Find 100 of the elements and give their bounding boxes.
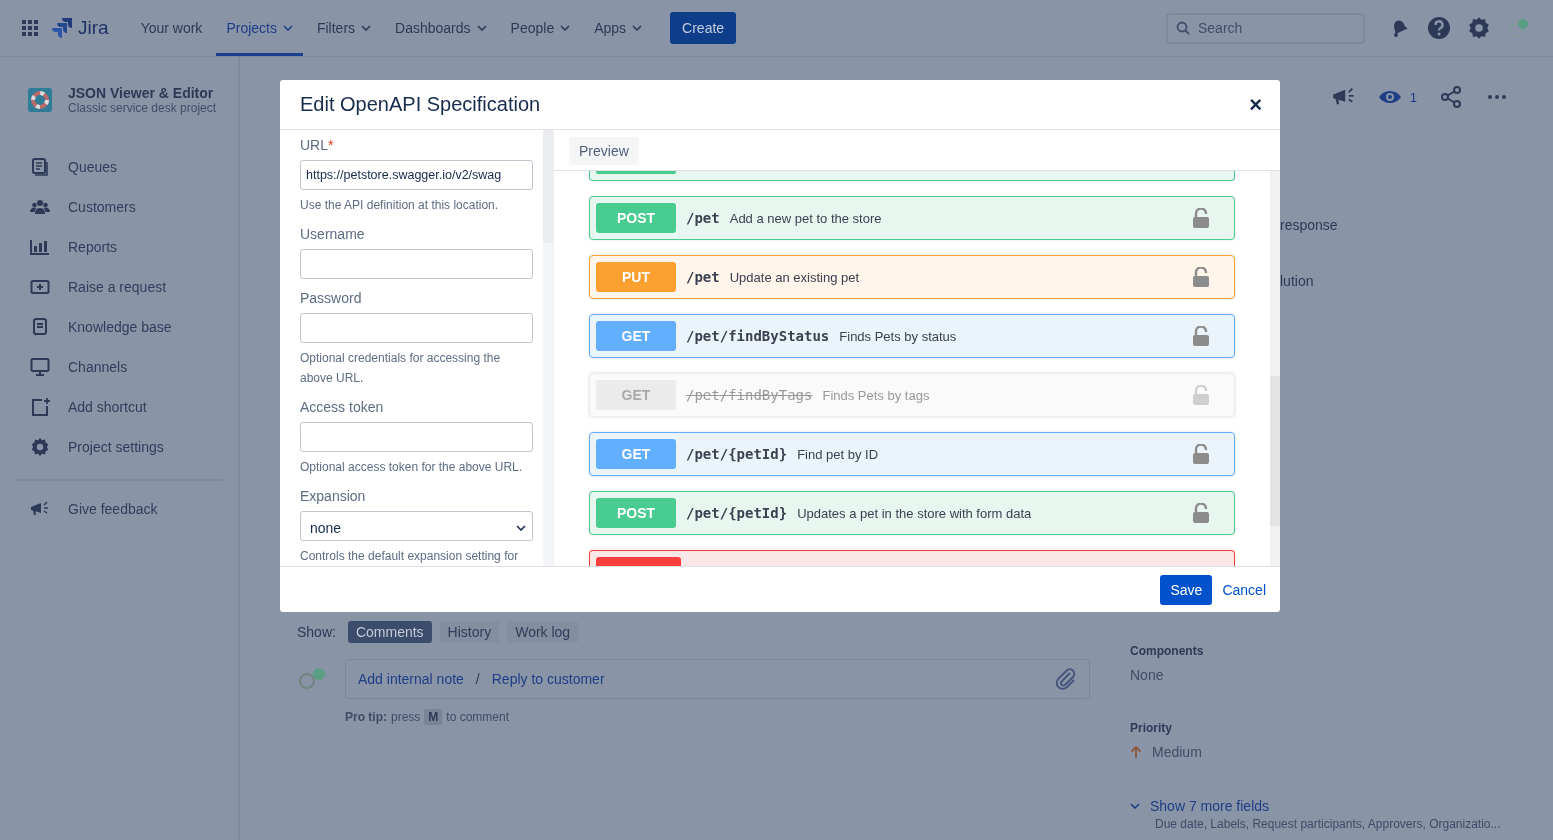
- app-switcher-icon[interactable]: [20, 18, 40, 38]
- lock-icon[interactable]: [1193, 267, 1209, 287]
- nav-item[interactable]: Your work: [130, 0, 213, 56]
- field-text: response: [1280, 216, 1338, 235]
- method-badge: GET: [596, 321, 676, 351]
- help-icon[interactable]: [1427, 16, 1451, 40]
- lock-icon[interactable]: [1193, 208, 1209, 228]
- sidebar-item[interactable]: Add shortcut: [28, 387, 222, 427]
- sidebar-icon: [30, 317, 50, 337]
- nav-item[interactable]: Projects: [216, 0, 303, 56]
- field-label: Username: [300, 225, 366, 244]
- sidebar-item[interactable]: Customers: [28, 187, 222, 227]
- paperclip-icon[interactable]: [1055, 668, 1077, 690]
- field-label: Access token: [300, 398, 385, 417]
- create-button[interactable]: Create: [670, 12, 737, 44]
- comment-box[interactable]: Add internal note / Reply to customer: [345, 659, 1090, 699]
- feedback-link[interactable]: Give feedback: [28, 489, 222, 529]
- operation-row[interactable]: [589, 550, 1235, 566]
- settings-icon[interactable]: [1467, 16, 1491, 40]
- project-type: Classic service desk project: [68, 101, 217, 115]
- endpoint-path: /pet/{petId}: [686, 505, 788, 521]
- method-badge: PUT: [596, 262, 676, 292]
- search-icon: [1176, 21, 1190, 35]
- sidebar-item[interactable]: Raise a request: [28, 267, 222, 307]
- operation-row[interactable]: GET /pet/findByStatus Finds Pets by status: [589, 314, 1235, 358]
- endpoint-path: /pet/findByStatus: [686, 328, 830, 344]
- sidebar-item[interactable]: Reports: [28, 227, 222, 267]
- password-field[interactable]: [300, 313, 533, 343]
- help-text: Controls the default expansion setting for: [300, 548, 520, 565]
- nav-item[interactable]: People: [500, 0, 581, 56]
- operation-summary: Update an existing pet: [729, 269, 861, 285]
- method-badge: GET: [596, 439, 676, 469]
- sidebar-icon: [30, 157, 50, 177]
- activity-tab[interactable]: Work log: [507, 621, 579, 643]
- sidebar-item[interactable]: Channels: [28, 347, 222, 387]
- sidebar-item[interactable]: Knowledge base: [28, 307, 222, 347]
- operation-row[interactable]: PUT /pet Update an existing pet: [589, 255, 1235, 299]
- search-field[interactable]: Search: [1166, 12, 1365, 44]
- dialog-title: Edit OpenAPI Specification: [300, 93, 541, 116]
- save-button[interactable]: Save: [1160, 574, 1213, 605]
- reply-link[interactable]: Reply to customer: [491, 671, 605, 687]
- field-label: URL*: [300, 136, 335, 155]
- chevron-down-icon: [1130, 803, 1140, 809]
- sidebar-item[interactable]: Queues: [28, 147, 222, 187]
- sidebar-icon: [30, 277, 50, 297]
- separator-text: /: [475, 671, 480, 687]
- lock-icon[interactable]: [1193, 326, 1209, 346]
- operation-summary: Add a new pet to the store: [729, 210, 883, 226]
- method-badge: POST: [596, 203, 676, 233]
- nav-item[interactable]: Dashboards: [385, 0, 497, 56]
- endpoint-path: /pet/{petId}: [686, 446, 788, 462]
- cancel-button[interactable]: Cancel: [1218, 581, 1270, 598]
- operation-row[interactable]: GET /pet/{petId} Find pet by ID: [589, 432, 1235, 476]
- sidebar-item[interactable]: Project settings: [28, 427, 222, 467]
- endpoint-path: /pet: [686, 210, 720, 226]
- chevron-down-icon: [516, 525, 526, 531]
- help-text: Optional access token for the above URL.: [300, 459, 524, 476]
- activity-tab[interactable]: History: [439, 621, 500, 643]
- jira-logo-icon[interactable]: [52, 17, 74, 39]
- expansion-select[interactable]: none: [300, 511, 533, 541]
- operation-summary: Updates a pet in the store with form data: [797, 505, 1033, 521]
- help-text: Use the API definition at this location.: [300, 197, 500, 214]
- arrow-up-icon: [1130, 745, 1142, 759]
- show-more-link[interactable]: Show 7 more fields: [1130, 798, 1553, 814]
- share-icon[interactable]: [1439, 85, 1463, 109]
- endpoint-path: /pet: [686, 269, 720, 285]
- url-field[interactable]: https://petstore.swagger.io/v2/swag: [300, 160, 533, 190]
- close-button[interactable]: ×: [1245, 91, 1266, 118]
- project-lifebuoy-icon[interactable]: [28, 88, 52, 112]
- scrollbar[interactable]: [543, 130, 553, 566]
- watch-button[interactable]: 1: [1377, 85, 1417, 109]
- sidebar-icon: [30, 237, 50, 257]
- operation-summary: Find pet by ID: [797, 446, 880, 462]
- scrollbar[interactable]: [1270, 171, 1280, 566]
- activity-tab[interactable]: Comments: [347, 621, 432, 643]
- field-text: lution: [1280, 272, 1314, 291]
- field-value: Medium: [1152, 744, 1202, 760]
- nav-item[interactable]: Apps: [584, 0, 653, 56]
- input-field[interactable]: [300, 249, 533, 279]
- method-badge: GET: [596, 380, 676, 410]
- pro-tip-text: Pro tip: press M to comment: [345, 709, 511, 725]
- sidebar-icon: [30, 197, 50, 217]
- field-label: Priority: [1130, 721, 1173, 735]
- project-name[interactable]: JSON Viewer & Editor: [68, 85, 217, 101]
- operation-row[interactable]: POST /pet/{petId} Updates a pet in the store with form data: [589, 491, 1235, 535]
- operation-summary: Finds Pets by tags: [822, 387, 931, 403]
- input-field[interactable]: [300, 422, 533, 452]
- field-value: None: [1130, 667, 1164, 683]
- sidebar-icon: [30, 357, 50, 377]
- operation-row[interactable]: [589, 171, 1235, 181]
- nav-item[interactable]: Filters: [306, 0, 382, 56]
- internal-note-link[interactable]: Add internal note: [358, 671, 464, 687]
- lock-icon[interactable]: [1193, 444, 1209, 464]
- operation-row[interactable]: GET /pet/findByTags Finds Pets by tags: [589, 373, 1235, 417]
- operation-row[interactable]: POST /pet Add a new pet to the store: [589, 196, 1235, 240]
- field-label: Expansion: [300, 487, 367, 506]
- product-name[interactable]: Jira: [78, 17, 109, 39]
- lock-icon[interactable]: [1193, 503, 1209, 523]
- preview-tab[interactable]: Preview: [569, 137, 639, 165]
- sidebar-icon: [30, 397, 50, 417]
